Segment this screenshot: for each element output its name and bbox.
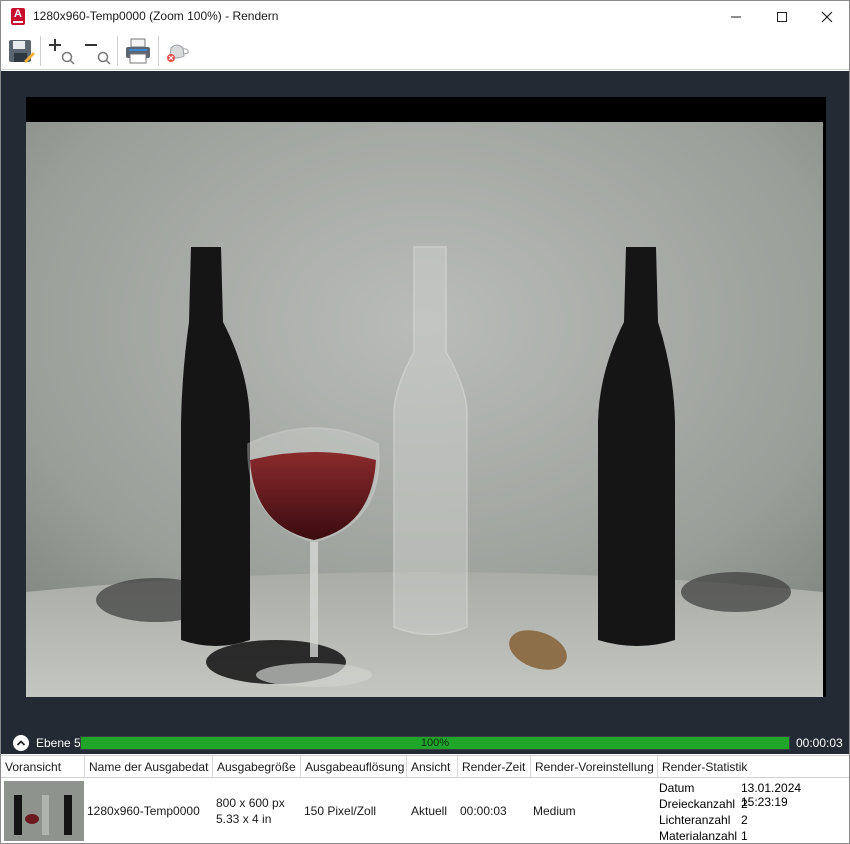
save-icon xyxy=(9,40,35,63)
column-header-view[interactable]: Ansicht xyxy=(407,756,458,778)
toolbar-separator xyxy=(40,36,41,66)
zoom-out-icon xyxy=(85,44,111,65)
progress-percent: 100% xyxy=(420,737,450,749)
save-button[interactable] xyxy=(5,35,37,67)
window-title: 1280x960-Temp0000 (Zoom 100%) - Rendern xyxy=(33,9,279,23)
elapsed-time: 00:00:03 xyxy=(796,736,843,750)
render-viewport[interactable] xyxy=(1,71,849,732)
print-icon xyxy=(126,38,150,64)
zoom-in-button[interactable] xyxy=(45,35,77,67)
view-value: Aktuell xyxy=(411,804,448,818)
column-header-preset[interactable]: Render-Voreinstellung xyxy=(531,756,658,778)
cancel-render-button[interactable] xyxy=(161,35,193,67)
output-size-in: 5.33 x 4 in xyxy=(216,812,272,826)
output-resolution: 150 Pixel/Zoll xyxy=(304,804,377,818)
output-name: 1280x960-Temp0000 xyxy=(87,804,200,818)
progress-row: Ebene 5 100% 00:00:03 xyxy=(1,732,849,754)
close-button[interactable] xyxy=(804,1,850,32)
render-level-label: Ebene 5 xyxy=(36,736,81,750)
chevron-up-icon xyxy=(16,740,26,746)
preset-value: Medium xyxy=(533,804,576,818)
render-time-value: 00:00:03 xyxy=(460,804,507,818)
zoom-in-icon xyxy=(49,39,75,65)
column-header-render-time[interactable]: Render-Zeit xyxy=(458,756,531,778)
print-button[interactable] xyxy=(121,35,155,67)
minimize-icon xyxy=(731,16,741,17)
stat-label: Datum xyxy=(659,781,695,795)
preview-thumbnail[interactable] xyxy=(4,781,84,841)
column-header-statistics[interactable]: Render-Statistik xyxy=(658,756,849,778)
render-canvas xyxy=(26,97,826,697)
cancel-render-icon xyxy=(167,44,189,62)
toolbar-separator xyxy=(117,36,118,66)
minimize-button[interactable] xyxy=(713,1,759,32)
stat-value: 2 xyxy=(741,797,748,811)
render-history-table: Voransicht Name der Ausgabedat Ausgabegr… xyxy=(1,755,849,843)
column-header-size[interactable]: Ausgabegröße xyxy=(213,756,301,778)
stat-value: 1 xyxy=(741,829,748,843)
stat-label: Lichteranzahl xyxy=(659,813,731,827)
close-icon xyxy=(821,11,833,22)
autocad-app-icon: A xyxy=(11,8,25,25)
toolbar-separator xyxy=(158,36,159,66)
render-window: A 1280x960-Temp0000 (Zoom 100%) - Render… xyxy=(0,0,850,844)
rendered-image xyxy=(26,122,823,697)
collapse-button[interactable] xyxy=(13,735,29,751)
stat-label: Materialanzahl xyxy=(659,829,738,843)
column-header-preview[interactable]: Voransicht xyxy=(1,756,85,778)
column-header-name[interactable]: Name der Ausgabedat xyxy=(85,756,213,778)
maximize-icon xyxy=(777,11,787,22)
stat-label: Dreieckanzahl xyxy=(659,797,736,811)
toolbar xyxy=(1,32,849,70)
column-header-resolution[interactable]: Ausgabeauflösung xyxy=(301,756,407,778)
title-bar[interactable]: A 1280x960-Temp0000 (Zoom 100%) - Render… xyxy=(1,1,849,32)
stat-value: 2 xyxy=(741,813,748,827)
thumbnail-image xyxy=(4,781,84,841)
zoom-out-button[interactable] xyxy=(81,35,113,67)
app-icon-letter: A xyxy=(14,8,22,20)
render-progress-bar: 100% xyxy=(80,736,790,750)
history-header: Voransicht Name der Ausgabedat Ausgabegr… xyxy=(1,756,849,778)
table-row[interactable]: 1280x960-Temp0000 800 x 600 px 5.33 x 4 … xyxy=(1,778,849,844)
stat-value: 13.01.2024 15:23:19 xyxy=(741,781,802,809)
maximize-button[interactable] xyxy=(759,1,805,32)
output-size-px: 800 x 600 px xyxy=(216,796,285,810)
